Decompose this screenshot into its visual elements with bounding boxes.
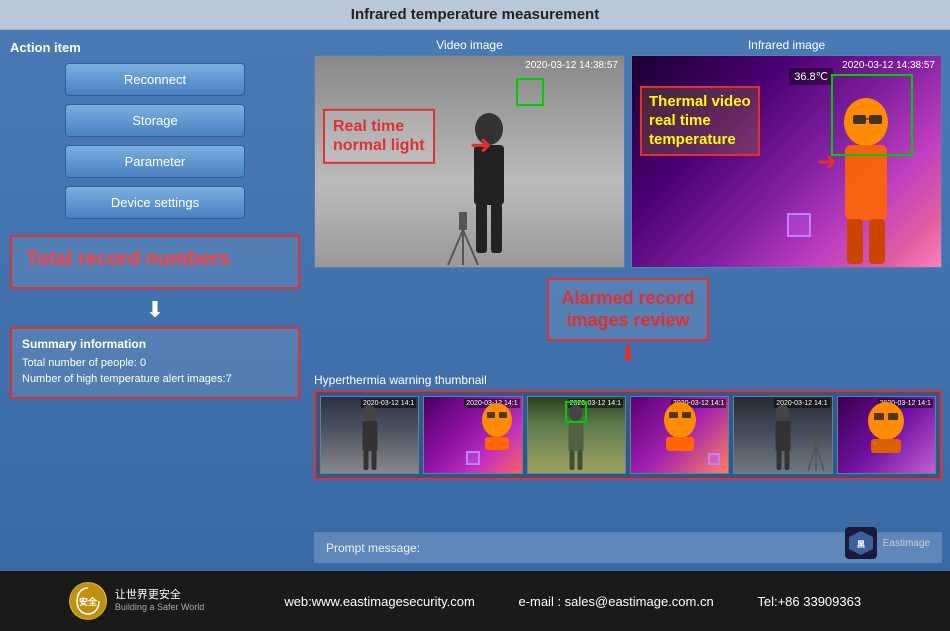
thermal-label: Thermal videoreal timetemperature — [649, 93, 751, 149]
storage-button[interactable]: Storage — [65, 104, 245, 137]
thumbnail-6[interactable]: 2020-03-12 14:1 — [837, 396, 936, 474]
thumbnail-4[interactable]: 2020-03-12 14:1 — [630, 396, 729, 474]
footer-info: web:www.eastimagesecurity.com e-mail : s… — [264, 594, 881, 609]
alarmed-label: Alarmed recordimages review — [561, 288, 694, 331]
thumbnail-3[interactable]: 2020-03-12 14:1 — [527, 396, 626, 474]
thumbnail-1[interactable]: 2020-03-12 14:1 — [320, 396, 419, 474]
footer-email: e-mail : sales@eastimage.com.cn — [518, 594, 713, 609]
infrared-image-label: Infrared image — [631, 38, 942, 52]
infrared-timestamp: 2020-03-12 14:38:57 — [842, 60, 935, 71]
footer-website: web:www.eastimagesecurity.com — [284, 594, 475, 609]
reconnect-button[interactable]: Reconnect — [65, 63, 245, 96]
video-section: Video image — [314, 38, 625, 268]
summary-title: Summary information — [22, 337, 288, 351]
logo-tagline: Building a Safer World — [115, 602, 204, 614]
real-time-label: Real timenormal light — [333, 117, 425, 155]
logo-svg: 安全 — [69, 582, 107, 620]
title-bar: Infrared temperature measurement — [0, 0, 950, 30]
action-buttons: Reconnect Storage Parameter Device setti… — [10, 63, 300, 219]
thumbnails-label: Hyperthermia warning thumbnail — [314, 373, 942, 387]
thumb-indicator-2 — [466, 451, 480, 465]
camera-tripod — [443, 207, 483, 267]
right-panel: Video image — [310, 30, 950, 571]
face-detection-box — [516, 78, 544, 106]
infrared-section: Infrared image — [631, 38, 942, 268]
prompt-label: Prompt message: — [326, 541, 420, 555]
alarmed-label-box: Alarmed recordimages review — [547, 278, 708, 341]
company-logo-circle: 安全 — [69, 582, 107, 620]
thumb-person-1 — [352, 403, 387, 473]
thumbnail-5[interactable]: 2020-03-12 14:1 — [733, 396, 832, 474]
thumb-thermal-face-4 — [659, 401, 701, 453]
thumb-thermal-face-6 — [864, 401, 908, 455]
left-panel: Action item Reconnect Storage Parameter … — [0, 30, 310, 571]
device-settings-button[interactable]: Device settings — [65, 186, 245, 219]
total-record-box: Total record numbers — [10, 235, 300, 289]
real-time-label-box: Real timenormal light — [323, 109, 435, 163]
eastimage-logo: 黑 Eastimage — [845, 527, 930, 559]
arrow-right-icon: ➜ — [470, 129, 492, 160]
video-row: Video image — [314, 38, 942, 268]
logo-chinese-text: 让世界更安全 — [115, 588, 204, 602]
svg-text:安全: 安全 — [79, 596, 98, 607]
eastimage-icon: 黑 — [845, 527, 877, 559]
app-title: Infrared temperature measurement — [351, 6, 599, 23]
video-image-label: Video image — [314, 38, 625, 52]
eastimage-label: Eastimage — [883, 538, 930, 549]
thumb-indicator-4 — [708, 453, 720, 465]
footer-tel: Tel:+86 33909363 — [757, 594, 861, 609]
small-square-indicator — [787, 213, 811, 237]
thumbnails-section: Hyperthermia warning thumbnail 2020-03-1… — [314, 373, 942, 526]
summary-line-2: Number of high temperature alert images:… — [22, 373, 288, 385]
total-record-label: Total record numbers — [26, 247, 284, 271]
thumb-thermal-face-2 — [477, 402, 517, 452]
summary-line-1: Total number of people: 0 — [22, 357, 288, 369]
thumb-tripod-5 — [805, 433, 827, 473]
thumbnails-row: 2020-03-12 14:1 2020-03-12 14:1 — [314, 390, 942, 480]
temp-reading: 36.8℃ — [789, 68, 833, 85]
main-content: Action item Reconnect Storage Parameter … — [0, 30, 950, 571]
thumb-person-5 — [765, 403, 800, 473]
infrared-frame: 2020-03-12 14:38:57 Thermal videoreal ti… — [631, 55, 942, 268]
thumb-face-box-3 — [565, 401, 587, 423]
mid-section: Alarmed recordimages review ⬇ — [314, 274, 942, 367]
video-timestamp: 2020-03-12 14:38:57 — [525, 60, 618, 71]
action-item-label: Action item — [10, 40, 300, 55]
svg-text:黑: 黑 — [857, 539, 865, 549]
prompt-bar: Prompt message: 黑 Eastimage — [314, 532, 942, 563]
footer-bar: 安全 让世界更安全 Building a Safer World web:www… — [0, 571, 950, 631]
thermal-label-box: Thermal videoreal timetemperature — [640, 86, 760, 156]
footer-logo: 安全 让世界更安全 Building a Safer World — [69, 582, 204, 620]
thumbnail-2[interactable]: 2020-03-12 14:1 — [423, 396, 522, 474]
footer-logo-text: 让世界更安全 Building a Safer World — [115, 588, 204, 614]
summary-box: Summary information Total number of peop… — [10, 327, 300, 399]
parameter-button[interactable]: Parameter — [65, 145, 245, 178]
thermal-face-box — [831, 74, 913, 156]
arrow-down-icon: ⬇ — [10, 297, 300, 323]
alarmed-arrow-down-icon: ⬇ — [619, 341, 637, 367]
video-frame: 2020-03-12 14:38:57 Real timenormal ligh… — [314, 55, 625, 268]
